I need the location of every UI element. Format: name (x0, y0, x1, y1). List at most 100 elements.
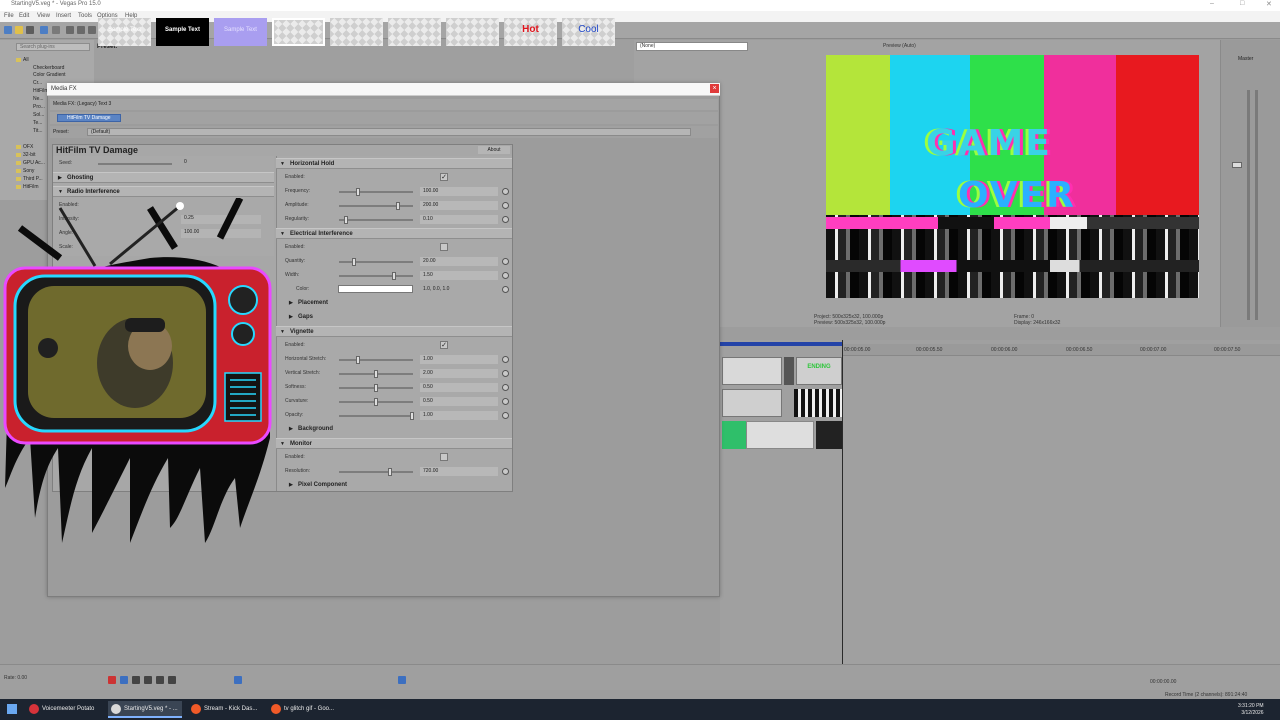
section-ghosting[interactable]: ▶ Ghosting (53, 172, 274, 183)
properties-icon[interactable] (52, 26, 60, 34)
preview-quality[interactable]: Preview (Auto) (883, 43, 916, 49)
reset-icon[interactable] (502, 384, 509, 391)
param-value[interactable]: 1.00 (420, 411, 498, 420)
loop-region[interactable] (720, 342, 842, 346)
reset-icon[interactable] (502, 286, 509, 293)
loop-icon[interactable] (120, 676, 128, 684)
copy-icon[interactable] (77, 26, 85, 34)
tree-item[interactable]: Color Gradient (33, 72, 66, 78)
preset-thumbnail[interactable] (272, 18, 325, 46)
section-vignette[interactable]: ▼ Vignette (276, 326, 512, 337)
tree-item[interactable]: OFX (16, 144, 33, 150)
param-value[interactable]: 1.0, 0.0, 1.0 (420, 285, 498, 294)
preset-thumbnail[interactable]: Hot (504, 18, 557, 46)
slider-thumb[interactable] (356, 188, 360, 196)
timeline-clip[interactable] (784, 357, 794, 385)
tree-item[interactable]: Te... (33, 120, 42, 126)
volume-fader[interactable] (1232, 162, 1242, 168)
reset-icon[interactable] (502, 188, 509, 195)
play-from-start-icon[interactable] (132, 676, 140, 684)
tree-item[interactable]: Ne... (33, 96, 44, 102)
media-fx-titlebar[interactable]: Media FX (47, 83, 720, 96)
subsection-placement[interactable]: ▶ Placement (276, 298, 512, 309)
tree-item[interactable]: Tit... (33, 128, 43, 134)
preset-thumbnail[interactable]: Sample Text (156, 18, 209, 46)
timeline-clip[interactable] (816, 421, 842, 449)
taskbar-item[interactable]: tv glitch gif - Goo... (268, 701, 344, 718)
reset-icon[interactable] (502, 398, 509, 405)
tree-item[interactable]: Sol... (33, 112, 44, 118)
play-icon[interactable] (144, 676, 152, 684)
param-slider[interactable] (339, 275, 413, 277)
reset-icon[interactable] (502, 202, 509, 209)
slider-thumb[interactable] (388, 468, 392, 476)
pause-icon[interactable] (156, 676, 164, 684)
enabled-checkbox[interactable] (440, 243, 448, 251)
tree-item[interactable]: GPU Ac... (16, 160, 45, 166)
enabled-checkbox[interactable]: ✓ (440, 341, 448, 349)
param-value[interactable]: 0.50 (420, 383, 498, 392)
param-value[interactable]: 0.50 (420, 397, 498, 406)
param-slider[interactable] (339, 219, 413, 221)
save-icon[interactable] (26, 26, 34, 34)
timeline-clip[interactable] (722, 357, 782, 385)
system-clock[interactable]: 3:31:20 PM 3/12/2026 (1238, 703, 1264, 717)
param-value[interactable]: 1.50 (420, 271, 498, 280)
param-value[interactable]: 20.00 (420, 257, 498, 266)
menu-file[interactable]: File (4, 13, 14, 19)
normal-edit-tool-icon[interactable] (234, 676, 242, 684)
taskbar-item[interactable]: Voicemeeter Potato (26, 701, 102, 718)
taskbar-item[interactable]: StartingV5.veg * - ... (108, 701, 182, 718)
open-icon[interactable] (15, 26, 23, 34)
preview-dropdown[interactable]: (None) (636, 42, 748, 51)
about-button[interactable]: About (478, 146, 510, 154)
preset-thumbnail[interactable] (330, 18, 383, 46)
timeline-clip[interactable]: ENDING (796, 357, 842, 385)
reset-icon[interactable] (502, 216, 509, 223)
preset-thumbnail[interactable] (388, 18, 441, 46)
slider-thumb[interactable] (344, 216, 348, 224)
menu-insert[interactable]: Insert (56, 13, 71, 19)
reset-icon[interactable] (502, 412, 509, 419)
menu-tools[interactable]: Tools (78, 13, 92, 19)
stop-icon[interactable] (168, 676, 176, 684)
slider-thumb[interactable] (410, 412, 414, 420)
param-slider[interactable] (339, 415, 413, 417)
slider-thumb[interactable] (352, 258, 356, 266)
tree-item[interactable]: Third P... (16, 176, 43, 182)
taskbar-item[interactable]: Stream - Kick Das... (188, 701, 264, 718)
reset-icon[interactable] (502, 272, 509, 279)
fx-chain-item[interactable]: HitFilm TV Damage (57, 114, 121, 122)
maximize-icon[interactable]: □ (1240, 0, 1244, 7)
section-horizontal-hold[interactable]: ▼ Horizontal Hold (276, 158, 512, 169)
timeline-clip[interactable] (794, 389, 842, 417)
explorer-search-input[interactable]: Search plug-ins (16, 43, 90, 51)
paste-icon[interactable] (88, 26, 96, 34)
menu-view[interactable]: View (37, 13, 50, 19)
preset-dropdown[interactable]: (Default) (87, 128, 691, 136)
subsection-gaps[interactable]: ▶ Gaps (276, 312, 512, 323)
tree-item[interactable]: Pro... (33, 104, 45, 110)
param-slider[interactable] (339, 359, 413, 361)
windows-start-icon[interactable] (7, 704, 17, 714)
tree-item[interactable]: All (16, 57, 29, 63)
param-slider[interactable] (339, 261, 413, 263)
reset-icon[interactable] (502, 468, 509, 475)
slider-thumb[interactable] (374, 384, 378, 392)
preset-thumbnail[interactable]: Sample Text (98, 18, 151, 46)
render-icon[interactable] (40, 26, 48, 34)
new-icon[interactable] (4, 26, 12, 34)
audio-clip[interactable] (722, 389, 782, 417)
enabled-checkbox[interactable]: ✓ (440, 173, 448, 181)
param-value[interactable]: 720.00 (420, 467, 498, 476)
reset-icon[interactable] (502, 258, 509, 265)
subsection-pixel-component[interactable]: ▶ Pixel Component (276, 480, 512, 491)
slider-thumb[interactable] (374, 370, 378, 378)
param-value[interactable]: 0 (181, 159, 261, 168)
slider-thumb[interactable] (392, 272, 396, 280)
reset-icon[interactable] (502, 370, 509, 377)
section-monitor[interactable]: ▼ Monitor (276, 438, 512, 449)
preset-thumbnail[interactable]: Cool (562, 18, 615, 46)
cut-icon[interactable] (66, 26, 74, 34)
param-slider[interactable] (339, 205, 413, 207)
